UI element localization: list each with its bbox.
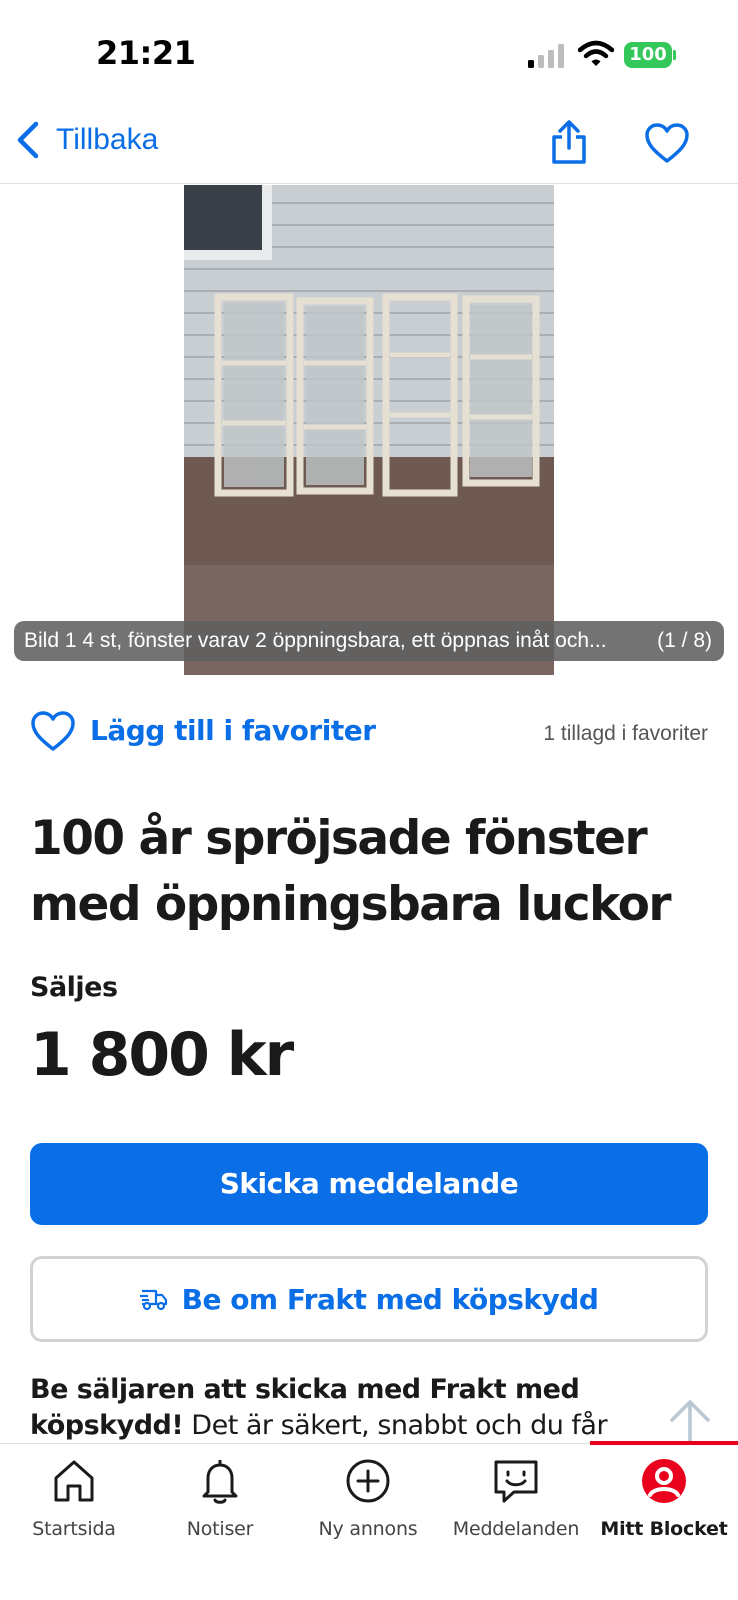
tab-messages[interactable]: Meddelanden: [442, 1456, 590, 1556]
heart-icon[interactable]: [644, 122, 690, 164]
battery-level: 100: [624, 42, 672, 68]
back-label: Tillbaka: [56, 123, 159, 156]
send-message-button[interactable]: Skicka meddelande: [30, 1143, 708, 1225]
favorites-row: Lägg till i favoriter 1 tillagd i favori…: [0, 706, 738, 758]
status-bar: 21:21 100: [0, 0, 738, 100]
battery-tip: [673, 50, 676, 60]
back-button[interactable]: Tillbaka: [14, 118, 158, 162]
tab-label: Mitt Blocket: [600, 1518, 728, 1540]
tab-my-blocket[interactable]: Mitt Blocket: [590, 1456, 738, 1556]
tab-label: Ny annons: [318, 1518, 418, 1540]
favorites-count: 1 tillagd i favoriter: [543, 722, 708, 745]
image-caption: Bild 1 4 st, fönster varav 2 öppningsbar…: [24, 629, 607, 652]
tab-label: Meddelanden: [452, 1518, 580, 1540]
listing-type: Säljes: [30, 972, 118, 1003]
request-shipping-label: Be om Frakt med köpskydd: [181, 1282, 599, 1316]
share-icon[interactable]: [548, 118, 590, 166]
tab-new-listing[interactable]: Ny annons: [294, 1456, 442, 1556]
listing-title: 100 år spröjsade fönster med öppningsbar…: [30, 811, 672, 932]
add-to-favorites-link[interactable]: Lägg till i favoriter: [90, 714, 376, 747]
request-shipping-button[interactable]: Be om Frakt med köpskydd: [30, 1256, 708, 1342]
tab-bar: Startsida Notiser Ny annons Meddelanden: [0, 1441, 738, 1600]
battery-indicator: 100: [624, 42, 676, 68]
tab-home[interactable]: Startsida: [0, 1456, 148, 1556]
image-gallery[interactable]: Bild 1 4 st, fönster varav 2 öppningsbar…: [0, 185, 738, 675]
plus-circle-icon: [346, 1459, 390, 1503]
tab-notifications[interactable]: Notiser: [146, 1456, 294, 1556]
bell-icon: [202, 1460, 238, 1504]
arrow-up-icon[interactable]: [668, 1398, 712, 1444]
image-counter: (1 / 8): [657, 629, 712, 652]
profile-icon: [642, 1459, 686, 1503]
active-tab-indicator: [590, 1441, 738, 1445]
home-icon: [54, 1460, 94, 1502]
promo-text: Det är säkert, snabbt och du får: [183, 1410, 608, 1441]
shipping-promo-text: Be säljaren att skicka med Frakt med köp…: [30, 1372, 670, 1444]
status-time: 21:21: [96, 34, 196, 72]
wifi-icon: [578, 40, 614, 66]
image-caption-bar: Bild 1 4 st, fönster varav 2 öppningsbar…: [14, 621, 724, 661]
tab-label: Notiser: [186, 1518, 254, 1540]
message-icon: [494, 1460, 538, 1503]
cellular-signal-icon: [528, 44, 564, 68]
listing-photo: [184, 185, 554, 675]
nav-bar: Tillbaka: [0, 100, 738, 184]
truck-icon: [139, 1289, 167, 1311]
chevron-left-icon: [17, 121, 39, 159]
tab-label: Startsida: [32, 1518, 116, 1540]
heart-icon[interactable]: [30, 710, 76, 752]
listing-price: 1 800 kr: [30, 1020, 294, 1090]
